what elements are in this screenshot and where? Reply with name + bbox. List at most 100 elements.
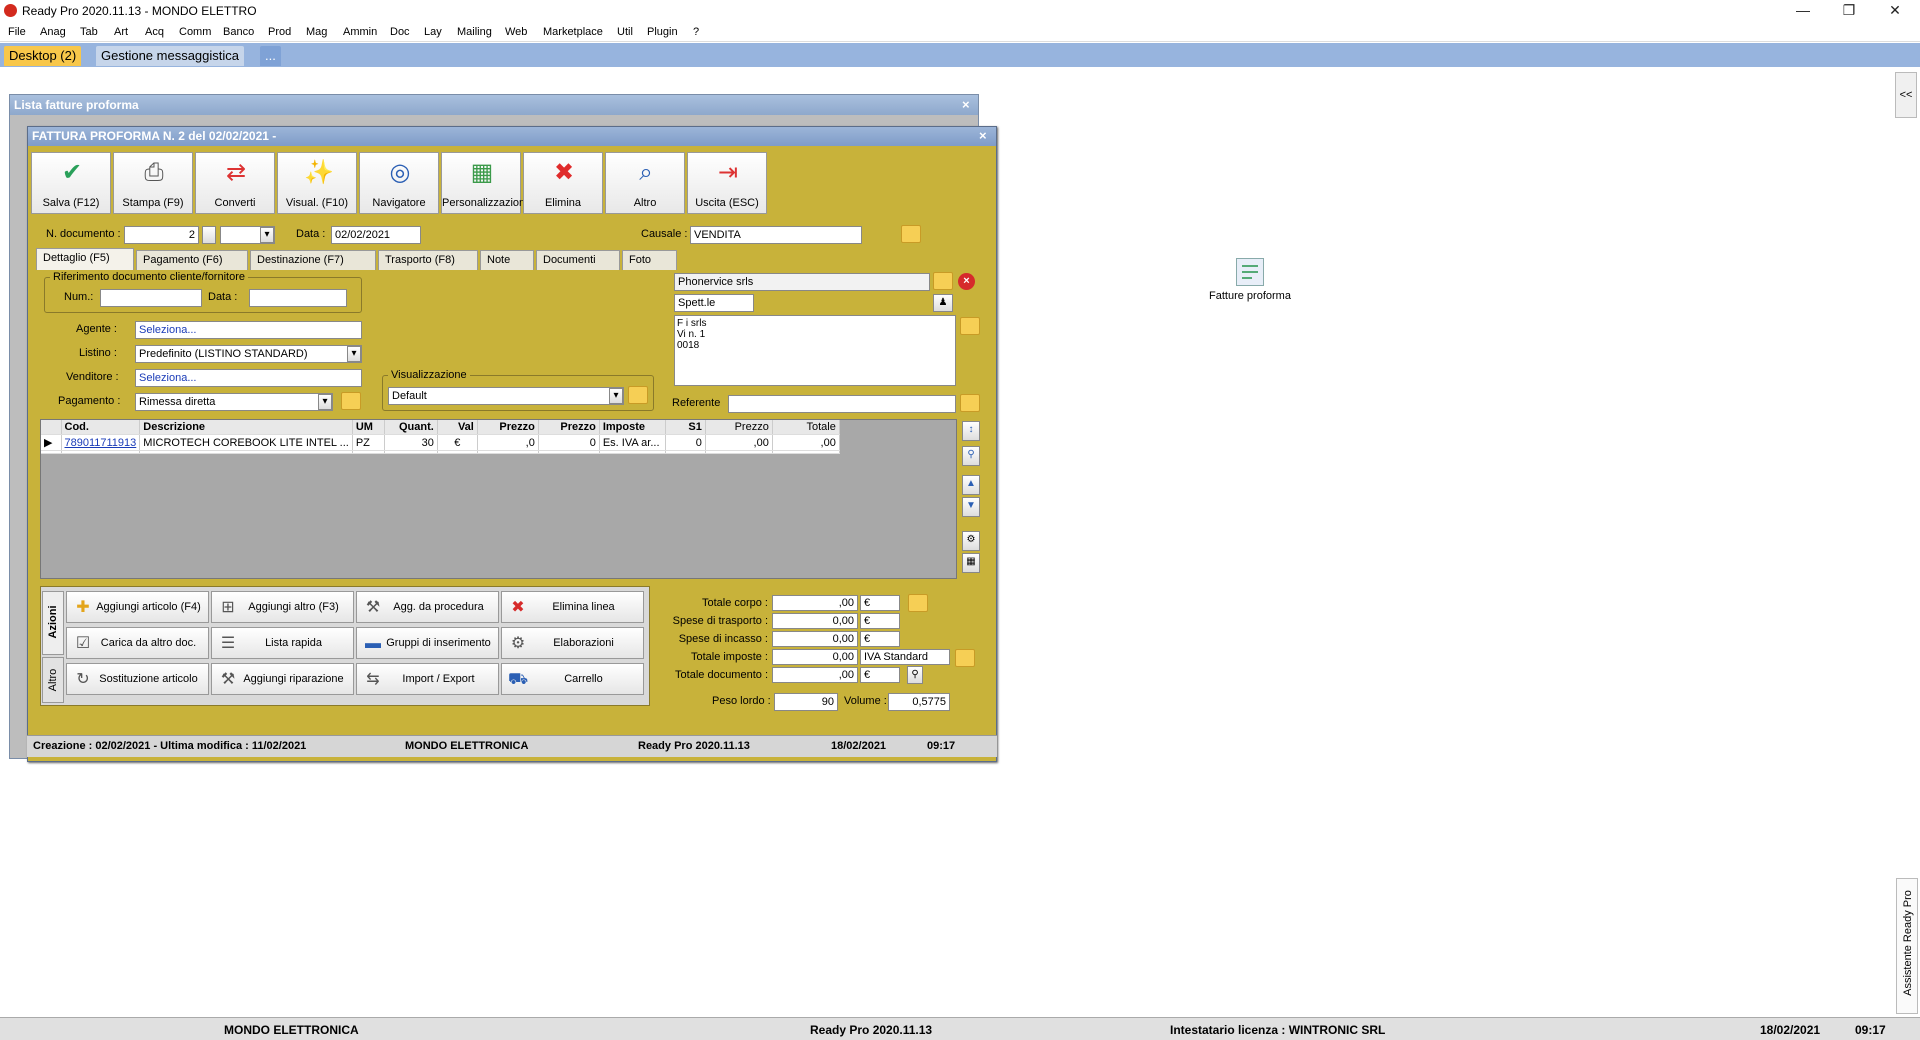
causale-input[interactable]: VENDITA xyxy=(690,226,862,244)
col-imposte[interactable]: Imposte xyxy=(599,420,666,435)
cell-cod[interactable]: 789011711913 xyxy=(61,434,141,451)
col-prezzo3[interactable]: Prezzo xyxy=(705,420,773,435)
customer-name[interactable]: Phonervice srls xyxy=(674,273,930,291)
col-prezzo[interactable]: Prezzo xyxy=(477,420,539,435)
action-carica-da-altro-doc[interactable]: ☑ Carica da altro doc. xyxy=(66,627,209,659)
col-prezzo2[interactable]: Prezzo xyxy=(538,420,600,435)
menu-tab[interactable]: Tab xyxy=(80,26,98,38)
action-agg-da-procedura[interactable]: ⚒ Agg. da procedura xyxy=(356,591,499,623)
col-s1[interactable]: S1 xyxy=(665,420,706,435)
toolbar-button-elimina[interactable]: ✖ Elimina xyxy=(523,152,603,214)
doc-tab-destinazione-f7[interactable]: Destinazione (F7) xyxy=(250,250,376,270)
assistant-side-tab[interactable]: Assistente Ready Pro xyxy=(1896,878,1918,1014)
table-row[interactable]: ▶ 789011711913 MICROTECH COREBOOK LITE I… xyxy=(41,434,840,451)
chevron-down-icon[interactable]: ▾ xyxy=(260,227,274,243)
visual-folder-icon[interactable] xyxy=(628,386,648,404)
cell-um[interactable]: PZ xyxy=(352,434,385,451)
action-carrello[interactable]: ⛟ Carrello xyxy=(501,663,644,695)
referente-folder-icon[interactable] xyxy=(960,394,980,412)
menu-help[interactable]: ? xyxy=(693,26,699,38)
menu-lay[interactable]: Lay xyxy=(424,26,442,38)
action-import-export[interactable]: ⇆ Import / Export xyxy=(356,663,499,695)
menu-anag[interactable]: Anag xyxy=(40,26,66,38)
cell-val[interactable]: € xyxy=(437,434,478,451)
total-value[interactable]: 0,00 xyxy=(772,631,858,647)
toolbar-button-visual-f10[interactable]: ✨ Visual. (F10) xyxy=(277,152,357,214)
customer-remove-icon[interactable]: × xyxy=(958,273,975,290)
toolbar-button-personalizzazioni[interactable]: ▦ Personalizzazioni xyxy=(441,152,528,214)
menu-file[interactable]: File xyxy=(8,26,26,38)
window-close-icon[interactable]: × xyxy=(979,128,987,143)
total-value[interactable]: ,00 xyxy=(772,667,858,683)
minimize-button[interactable]: — xyxy=(1780,0,1826,22)
toolbar-button-converti[interactable]: ⇄ Converti xyxy=(195,152,275,214)
zoom-icon[interactable]: ⚲ xyxy=(907,666,923,684)
action-elimina-linea[interactable]: ✖ Elimina linea xyxy=(501,591,644,623)
action-elaborazioni[interactable]: ⚙ Elaborazioni xyxy=(501,627,644,659)
cell-descrizione[interactable]: MICROTECH COREBOOK LITE INTEL ... xyxy=(139,434,353,451)
menu-art[interactable]: Art xyxy=(114,26,128,38)
actions-tab-altro[interactable]: Altro xyxy=(42,657,64,703)
tab-desktop[interactable]: Desktop (2) xyxy=(4,46,82,66)
toolbar-button-navigatore[interactable]: ◎ Navigatore xyxy=(359,152,439,214)
volume-input[interactable]: 0,5775 xyxy=(888,693,950,711)
pagamento-chevron-icon[interactable]: ▾ xyxy=(318,394,332,410)
move-down-icon[interactable]: ▼ xyxy=(962,497,980,517)
col-val[interactable]: Val xyxy=(437,420,478,435)
tab-messaggistica[interactable]: Gestione messaggistica xyxy=(96,46,245,66)
listino-chevron-icon[interactable]: ▾ xyxy=(347,346,361,362)
sort-icon[interactable]: ↕ xyxy=(962,421,980,441)
toolbar-button-uscita-esc[interactable]: ⇥ Uscita (ESC) xyxy=(687,152,767,214)
menu-comm[interactable]: Comm xyxy=(179,26,211,38)
menu-acq[interactable]: Acq xyxy=(145,26,164,38)
move-up-icon[interactable]: ▲ xyxy=(962,475,980,495)
toolbar-button-altro[interactable]: ⌕ Altro xyxy=(605,152,685,214)
ndoc-spin[interactable] xyxy=(202,226,216,244)
ref-data-input[interactable] xyxy=(249,289,347,307)
action-aggiungi-riparazione[interactable]: ⚒ Aggiungi riparazione xyxy=(211,663,354,695)
action-lista-rapida[interactable]: ☰ Lista rapida xyxy=(211,627,354,659)
doc-tab-pagamento-f6[interactable]: Pagamento (F6) xyxy=(136,250,248,270)
menu-ammin[interactable]: Ammin xyxy=(343,26,377,38)
referente-input[interactable] xyxy=(728,395,956,413)
collapse-panel-button[interactable]: << xyxy=(1895,72,1917,118)
doc-tab-foto[interactable]: Foto xyxy=(622,250,677,270)
folder-icon[interactable] xyxy=(901,225,921,243)
close-button[interactable]: ✕ xyxy=(1872,0,1918,22)
total-value[interactable]: 0,00 xyxy=(772,649,858,665)
visual-chevron-icon[interactable]: ▾ xyxy=(609,388,623,404)
menu-prod[interactable]: Prod xyxy=(268,26,291,38)
cell-prezzo3[interactable]: ,00 xyxy=(705,434,773,451)
action-aggiungi-altro-f3[interactable]: ⊞ Aggiungi altro (F3) xyxy=(211,591,354,623)
peso-input[interactable]: 90 xyxy=(774,693,838,711)
action-aggiungi-articolo-f4[interactable]: ✚ Aggiungi articolo (F4) xyxy=(66,591,209,623)
desktop-icon-fatture-proforma[interactable]: Fatture proforma xyxy=(1200,258,1300,302)
customer-folder-icon[interactable] xyxy=(933,272,953,290)
doc-tab-dettaglio-f5[interactable]: Dettaglio (F5) xyxy=(36,248,134,270)
menu-mag[interactable]: Mag xyxy=(306,26,327,38)
cell-s1[interactable]: 0 xyxy=(665,434,706,451)
cell-totale[interactable]: ,00 xyxy=(772,434,840,451)
menu-util[interactable]: Util xyxy=(617,26,633,38)
ref-num-input[interactable] xyxy=(100,289,202,307)
imposte-folder-icon[interactable] xyxy=(955,649,975,667)
ndoc-input[interactable]: 2 xyxy=(124,226,199,244)
restore-button[interactable]: ❐ xyxy=(1826,0,1872,22)
menu-plugin[interactable]: Plugin xyxy=(647,26,678,38)
action-sostituzione-articolo[interactable]: ↻ Sostituzione articolo xyxy=(66,663,209,695)
actions-tab-azioni[interactable]: Azioni xyxy=(42,591,64,655)
search-icon[interactable]: ⚲ xyxy=(962,446,980,466)
table-empty-row[interactable] xyxy=(41,450,840,454)
cell-prezzo[interactable]: ,0 xyxy=(477,434,539,451)
doc-tab-trasporto-f8[interactable]: Trasporto (F8) xyxy=(378,250,478,270)
agente-input[interactable]: Seleziona... xyxy=(135,321,362,339)
pagamento-select[interactable]: Rimessa diretta xyxy=(135,393,333,411)
col-totale[interactable]: Totale xyxy=(772,420,840,435)
cell-imposte[interactable]: Es. IVA ar... xyxy=(599,434,666,451)
customer-salutation[interactable]: Spett.le xyxy=(674,294,754,312)
col-um[interactable]: UM xyxy=(352,420,385,435)
tab-more[interactable]: ... xyxy=(260,46,281,66)
layout-icon[interactable]: ▦ xyxy=(962,553,980,573)
address-folder-icon[interactable] xyxy=(960,317,980,335)
listino-select[interactable]: Predefinito (LISTINO STANDARD) xyxy=(135,345,362,363)
